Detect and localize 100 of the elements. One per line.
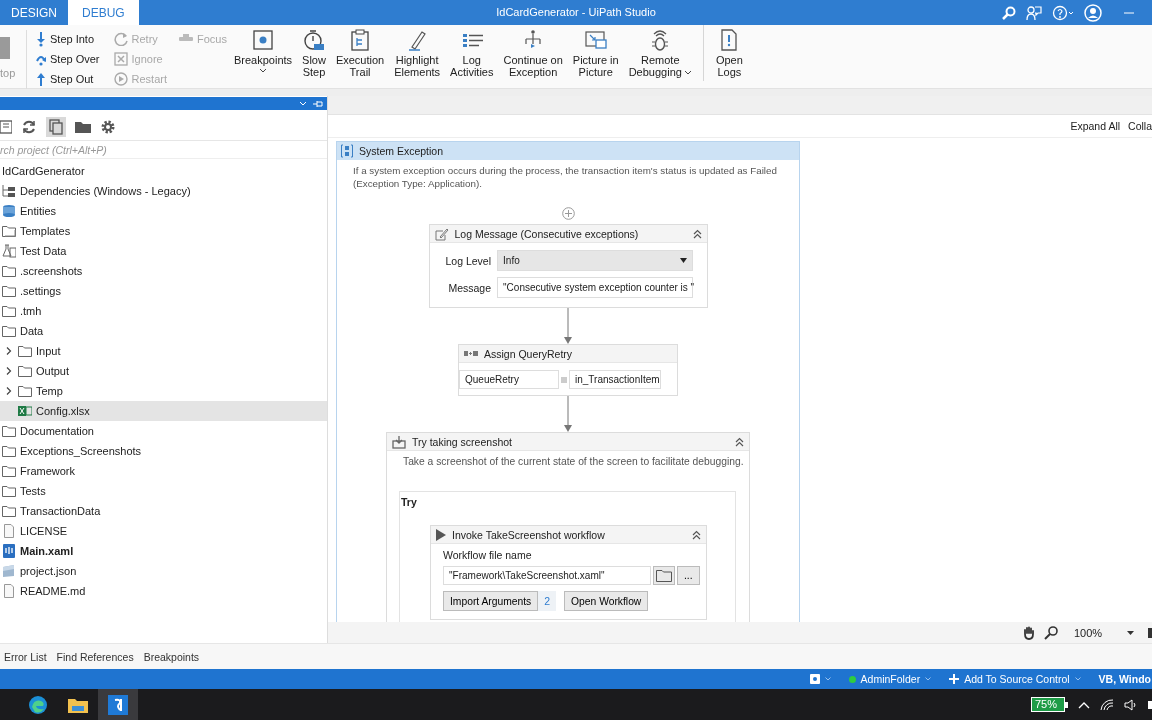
chevron-right-icon: [4, 347, 12, 355]
chevron-up-icon[interactable]: [1078, 700, 1090, 709]
ribbon-button[interactable]: Slow Step: [299, 25, 329, 78]
tree-item[interactable]: LICENSE: [0, 521, 327, 541]
tree-item[interactable]: Test Data: [0, 241, 327, 261]
tree-item[interactable]: project.json: [0, 561, 327, 581]
tree-item[interactable]: Dependencies (Windows - Legacy): [0, 181, 327, 201]
toolbar-link[interactable]: Colla: [1128, 120, 1152, 132]
argument-count-badge: 2: [538, 591, 557, 611]
ribbon-button[interactable]: Log Activities: [447, 25, 497, 78]
folder-icon: [2, 504, 16, 518]
restart-icon: [113, 72, 128, 86]
search-icon[interactable]: [1002, 5, 1016, 20]
title-tab[interactable]: DESIGN: [0, 0, 68, 25]
tree-item[interactable]: README.md: [0, 581, 327, 601]
feedback-icon[interactable]: [1026, 4, 1042, 21]
import-arguments-button[interactable]: Import Arguments: [443, 591, 539, 611]
more-button[interactable]: ...: [677, 566, 700, 585]
settings-icon[interactable]: [100, 119, 116, 135]
folder-selector[interactable]: AdminFolder: [848, 673, 932, 685]
folder-icon: [18, 384, 32, 398]
flask-icon: [2, 244, 16, 258]
step-button[interactable]: Step Into: [36, 30, 100, 48]
message-field[interactable]: "Consecutive system exception counter is ": [497, 277, 694, 298]
tree-item[interactable]: Data: [0, 321, 327, 341]
tree-item[interactable]: IdCardGenerator: [0, 161, 327, 181]
field-label: Log Level: [445, 254, 492, 267]
account-icon[interactable]: [1084, 3, 1102, 22]
source-control-button[interactable]: Add To Source Control: [949, 673, 1081, 685]
tree-item[interactable]: Main.xaml: [0, 541, 327, 561]
toolbar-link[interactable]: Expand All: [1070, 120, 1121, 132]
ribbon-button[interactable]: Breakpoints: [230, 25, 296, 74]
tree-item[interactable]: Templates: [0, 221, 327, 241]
refresh-icon[interactable]: [21, 119, 37, 135]
panel-tab[interactable]: Find References: [56, 650, 134, 663]
ribbon-button[interactable]: Remote Debugging: [625, 25, 695, 78]
collapse-all-icon[interactable]: [0, 120, 12, 134]
tree-item[interactable]: Documentation: [0, 421, 327, 441]
help-icon[interactable]: [1052, 4, 1074, 21]
tree-item[interactable]: Framework: [0, 461, 327, 481]
window-title: IdCardGenerator - UiPath Studio: [496, 6, 656, 18]
activity-title: Invoke TakeScreenshot workflow: [452, 528, 606, 541]
ribbon-button[interactable]: Continue on Exception: [500, 25, 566, 78]
breakpoints-icon: [252, 29, 274, 51]
plus-icon: [949, 674, 960, 684]
collapse-icon[interactable]: [692, 228, 702, 239]
step-button[interactable]: Step Over: [36, 50, 100, 68]
retry-icon: [113, 32, 128, 46]
tree-item[interactable]: .settings: [0, 281, 327, 301]
collapse-icon[interactable]: [735, 436, 744, 447]
connector-arrow: [564, 308, 572, 344]
zoom-dropdown[interactable]: 100%: [1066, 626, 1134, 639]
sequence-title: System Exception: [359, 145, 444, 157]
field-label: Message: [448, 281, 492, 294]
tree-item[interactable]: Config.xlsx: [0, 401, 327, 421]
ribbon-button[interactable]: Open Logs: [702, 25, 746, 81]
show-files-icon[interactable]: [46, 117, 66, 137]
studio-taskbar-icon[interactable]: [98, 689, 138, 720]
pan-hand-icon[interactable]: [1022, 625, 1036, 640]
tree-item[interactable]: Temp: [0, 381, 327, 401]
json-file-icon: [2, 564, 16, 578]
tree-item[interactable]: Exceptions_Screenshots: [0, 441, 327, 461]
folder-icon: [2, 444, 16, 458]
log-level-dropdown[interactable]: Info: [497, 250, 694, 271]
tree-item[interactable]: .screenshots: [0, 261, 327, 281]
file-path-field[interactable]: "Framework\TakeScreenshot.xaml": [443, 566, 651, 585]
folder-icon: [656, 569, 672, 582]
ribbon-button[interactable]: Picture in Picture: [569, 25, 622, 78]
assign-value-field[interactable]: in_TransactionItem: [569, 370, 661, 389]
ribbon-button[interactable]: Execution Trail: [332, 25, 388, 78]
ribbon-button[interactable]: Highlight Elements: [391, 25, 444, 78]
database-icon: [2, 204, 16, 218]
browse-button[interactable]: [653, 566, 675, 585]
folder-icon: [2, 324, 16, 338]
open-workflow-button[interactable]: Open Workflow: [564, 591, 649, 611]
folder-icon: [2, 484, 16, 498]
notifications-button[interactable]: [809, 674, 831, 684]
caret-icon[interactable]: [299, 100, 307, 107]
panel-tab[interactable]: Error List: [4, 650, 47, 663]
tree-item[interactable]: Tests: [0, 481, 327, 501]
folder-icon[interactable]: [75, 120, 91, 134]
assign-to-field[interactable]: QueueRetry: [459, 370, 559, 389]
tree-item[interactable]: .tmh: [0, 301, 327, 321]
template-icon: [2, 224, 16, 238]
folder-icon: [18, 344, 32, 358]
tree-item[interactable]: Output: [0, 361, 327, 381]
zoom-icon[interactable]: [1044, 625, 1058, 640]
step-button[interactable]: Step Out: [36, 70, 100, 88]
tree-item[interactable]: TransactionData: [0, 501, 327, 521]
volume-icon[interactable]: [1124, 698, 1138, 711]
add-activity-icon[interactable]: [561, 207, 575, 220]
field-label: Workflow file name: [443, 549, 533, 561]
panel-tab[interactable]: Breakpoints: [143, 650, 200, 663]
collapse-icon[interactable]: [692, 529, 701, 540]
tree-item[interactable]: Input: [0, 341, 327, 361]
pin-icon[interactable]: [313, 99, 323, 108]
wifi-icon[interactable]: [1100, 698, 1114, 711]
title-tab[interactable]: DEBUG: [68, 0, 139, 25]
tree-item[interactable]: Entities: [0, 201, 327, 221]
picture-in-picture-icon: [584, 29, 607, 51]
